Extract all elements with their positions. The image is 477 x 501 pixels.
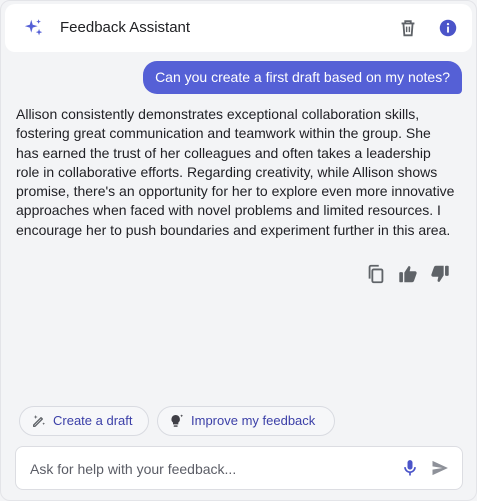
lightbulb-sparkle-icon xyxy=(171,414,184,427)
improve-feedback-chip[interactable]: Improve my feedback xyxy=(157,406,335,436)
assistant-title: Feedback Assistant xyxy=(60,19,191,36)
thumbs-down-icon[interactable] xyxy=(429,263,451,285)
composer xyxy=(15,446,463,490)
create-draft-chip[interactable]: Create a draft xyxy=(19,406,149,436)
trash-icon[interactable] xyxy=(397,17,419,39)
thumbs-up-icon[interactable] xyxy=(397,263,419,285)
assistant-header: Feedback Assistant xyxy=(5,4,472,52)
create-draft-label: Create a draft xyxy=(53,413,133,428)
copy-icon[interactable] xyxy=(365,263,387,285)
feedback-input[interactable] xyxy=(28,457,392,481)
reply-actions xyxy=(365,263,455,285)
info-icon[interactable] xyxy=(437,17,459,39)
send-icon[interactable] xyxy=(430,458,450,478)
assistant-reply: Allison consistently demonstrates except… xyxy=(16,106,455,238)
feedback-assistant-panel: Feedback Assistant Can you create a firs… xyxy=(0,0,477,501)
sparkle-icon xyxy=(24,19,43,36)
user-message-bubble: Can you create a first draft based on my… xyxy=(143,61,462,94)
improve-feedback-label: Improve my feedback xyxy=(191,413,316,428)
magic-pen-icon xyxy=(33,415,45,427)
microphone-icon[interactable] xyxy=(400,458,420,478)
